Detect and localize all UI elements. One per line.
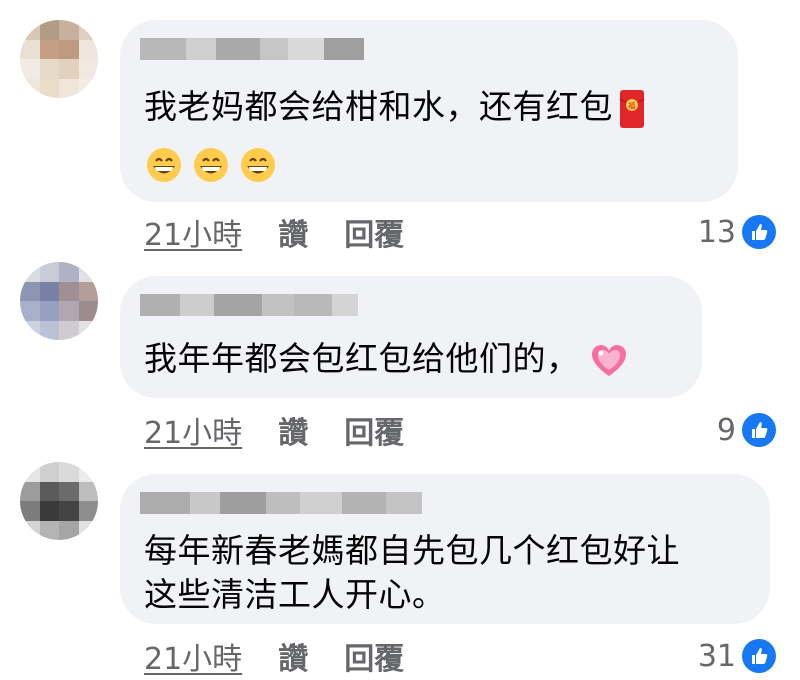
comment-text-line-2: 这些清洁工人开心。 [144,575,446,614]
emoji-line [146,138,276,188]
comment-bubble: 我老妈都会给柑和水，还有红包福 [120,20,738,202]
thumbs-up-icon [742,639,776,673]
comment-bubble: 每年新春老媽都自先包几个红包好让 这些清洁工人开心。 [120,474,770,624]
reaction-count-value: 9 [716,412,736,448]
avatar[interactable] [20,262,98,340]
comment-text: 我老妈都会给柑和水，还有红包福 [144,82,645,132]
grinning-face-icon [194,147,228,182]
svg-text:福: 福 [628,101,636,110]
reaction-count[interactable]: 31 [698,636,776,676]
comment-text-line-1: 每年新春老媽都自先包几个红包好让 [144,531,680,570]
reaction-count[interactable]: 9 [717,410,776,450]
commenter-name-redacted[interactable] [140,38,364,60]
commenter-name-redacted[interactable] [140,492,422,514]
avatar[interactable] [20,462,98,540]
timestamp-link[interactable]: 21小時 [144,210,242,254]
reaction-count-value: 13 [697,214,736,250]
red-envelope-icon: 福 [619,89,645,128]
commenter-name-redacted[interactable] [140,294,358,316]
avatar[interactable] [20,20,98,98]
comment-bubble: 我年年都会包红包给他们的， [120,276,702,398]
reply-button[interactable]: 回覆 [344,210,404,254]
comment-meta: 21小時 讚 回覆 [144,634,404,678]
like-button[interactable]: 讚 [278,408,308,452]
reaction-count-value: 31 [697,638,736,674]
reply-button[interactable]: 回覆 [344,408,404,452]
grinning-face-icon [241,147,275,182]
sparkling-heart-icon [591,344,626,376]
like-button[interactable]: 讚 [278,634,308,678]
comment-meta: 21小時 讚 回覆 [144,210,404,254]
grinning-face-icon [147,147,181,182]
thumbs-up-icon [742,413,776,447]
timestamp-link[interactable]: 21小時 [144,408,242,452]
thumbs-up-icon [742,215,776,249]
timestamp-link[interactable]: 21小時 [144,634,242,678]
reply-button[interactable]: 回覆 [344,634,404,678]
comment-text: 我年年都会包红包给他们的， [144,334,628,384]
reaction-count[interactable]: 13 [698,212,776,252]
comment-meta: 21小時 讚 回覆 [144,408,404,452]
like-button[interactable]: 讚 [278,210,308,254]
